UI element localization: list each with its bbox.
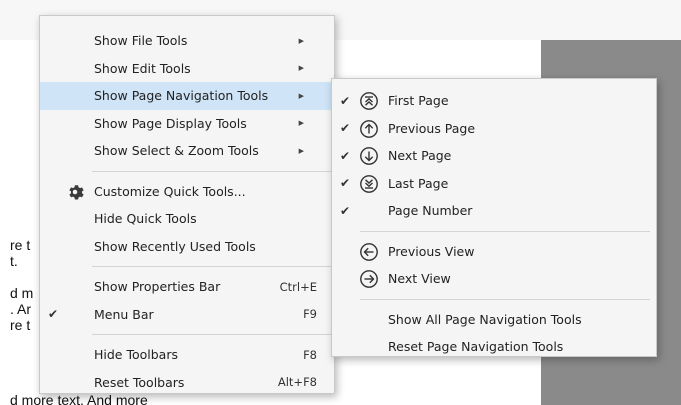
submenu-arrow-icon: ▶ bbox=[298, 91, 304, 100]
checkmark-icon: ✔ bbox=[340, 176, 351, 191]
menu-item-label: Hide Toolbars bbox=[94, 347, 178, 363]
document-text-line: re t bbox=[10, 237, 31, 253]
menu-item-label: Reset Toolbars bbox=[94, 374, 185, 390]
menu-divider bbox=[92, 170, 334, 172]
document-text-line: . Ar bbox=[10, 301, 32, 317]
menu-item-label: Hide Quick Tools bbox=[94, 211, 197, 227]
submenu-item-previous-view[interactable]: Previous View bbox=[332, 238, 656, 266]
checkmark-icon: ✔ bbox=[48, 307, 59, 322]
submenu-item-label: Page Number bbox=[388, 203, 473, 219]
document-text-line: re t bbox=[10, 317, 31, 333]
menu-item-label: Customize Quick Tools... bbox=[94, 183, 246, 199]
menu-item-hide-quick-tools[interactable]: Hide Quick Tools bbox=[40, 205, 334, 233]
menu-item-menu-bar[interactable]: ✔ Menu Bar F9 bbox=[40, 301, 334, 329]
submenu-arrow-icon: ▶ bbox=[298, 119, 304, 128]
menu-divider bbox=[92, 266, 334, 267]
submenu-item-label: Previous Page bbox=[388, 120, 476, 136]
gear-icon bbox=[69, 184, 84, 199]
submenu-item-next-page[interactable]: ✔ Next Page bbox=[332, 142, 656, 170]
submenu-item-label: Previous View bbox=[388, 243, 475, 259]
shortcut-label: Ctrl+E bbox=[279, 279, 317, 294]
shortcut-label: F8 bbox=[303, 347, 317, 362]
menu-item-label: Show Select & Zoom Tools bbox=[94, 143, 259, 159]
submenu-item-first-page[interactable]: ✔ First Page bbox=[332, 87, 656, 115]
submenu-item-last-page[interactable]: ✔ Last Page bbox=[332, 170, 656, 198]
menu-item-show-properties-bar[interactable]: Show Properties Bar Ctrl+E bbox=[40, 273, 334, 301]
submenu-item-reset[interactable]: Reset Page Navigation Tools bbox=[332, 333, 656, 361]
menu-divider bbox=[360, 298, 650, 300]
submenu-item-show-all[interactable]: Show All Page Navigation Tools bbox=[332, 306, 656, 334]
menu-divider bbox=[92, 334, 334, 335]
menu-item-show-edit-tools[interactable]: Show Edit Tools ▶ bbox=[40, 55, 334, 83]
menu-item-customize-quick-tools[interactable]: Customize Quick Tools... bbox=[40, 178, 334, 206]
menu-item-label: Show Properties Bar bbox=[94, 279, 221, 295]
next-view-icon bbox=[360, 270, 378, 288]
previous-page-icon bbox=[360, 119, 378, 138]
last-page-icon bbox=[360, 174, 378, 193]
menu-item-label: Show Recently Used Tools bbox=[94, 238, 256, 254]
submenu-item-label: Reset Page Navigation Tools bbox=[388, 339, 564, 355]
checkmark-icon: ✔ bbox=[340, 203, 351, 218]
page-navigation-submenu: ✔ First Page ✔ Previous Page ✔ Next Page… bbox=[331, 78, 657, 357]
menu-item-label: Show Edit Tools bbox=[94, 60, 191, 76]
menu-item-label: Show File Tools bbox=[94, 33, 188, 49]
shortcut-label: Alt+F8 bbox=[277, 375, 317, 390]
submenu-arrow-icon: ▶ bbox=[298, 146, 304, 155]
next-page-icon bbox=[360, 147, 378, 165]
submenu-item-next-view[interactable]: Next View bbox=[332, 265, 656, 293]
menu-divider bbox=[360, 230, 650, 232]
checkmark-icon: ✔ bbox=[340, 148, 351, 163]
menu-item-hide-toolbars[interactable]: Hide Toolbars F8 bbox=[40, 341, 334, 369]
toolbar-context-menu: Show File Tools ▶ Show Edit Tools ▶ Show… bbox=[39, 15, 335, 394]
document-text-line: d m bbox=[10, 285, 34, 301]
submenu-item-label: Last Page bbox=[388, 175, 449, 191]
document-text-line: t. bbox=[10, 253, 18, 269]
menu-item-reset-toolbars[interactable]: Reset Toolbars Alt+F8 bbox=[40, 369, 334, 397]
menu-item-show-page-navigation-tools[interactable]: Show Page Navigation Tools ▶ bbox=[40, 82, 334, 110]
first-page-icon bbox=[360, 92, 378, 110]
menu-item-label: Show Page Navigation Tools bbox=[94, 88, 269, 104]
submenu-arrow-icon: ▶ bbox=[298, 64, 304, 73]
menu-item-show-select-zoom-tools[interactable]: Show Select & Zoom Tools ▶ bbox=[40, 137, 334, 165]
menu-item-label: Show Page Display Tools bbox=[94, 115, 247, 131]
menu-item-show-recently-used-tools[interactable]: Show Recently Used Tools bbox=[40, 233, 334, 261]
menu-item-show-file-tools[interactable]: Show File Tools ▶ bbox=[40, 27, 334, 55]
previous-view-icon bbox=[360, 242, 378, 261]
submenu-item-label: First Page bbox=[388, 93, 449, 109]
checkmark-icon: ✔ bbox=[340, 121, 351, 136]
submenu-arrow-icon: ▶ bbox=[298, 36, 304, 45]
submenu-item-label: Show All Page Navigation Tools bbox=[388, 311, 582, 327]
submenu-item-label: Next Page bbox=[388, 148, 452, 164]
shortcut-label: F9 bbox=[303, 307, 317, 322]
submenu-item-page-number[interactable]: ✔ Page Number bbox=[332, 197, 656, 225]
checkmark-icon: ✔ bbox=[340, 93, 351, 108]
submenu-item-previous-page[interactable]: ✔ Previous Page bbox=[332, 115, 656, 143]
submenu-item-label: Next View bbox=[388, 271, 451, 287]
menu-item-label: Menu Bar bbox=[94, 306, 154, 322]
menu-item-show-page-display-tools[interactable]: Show Page Display Tools ▶ bbox=[40, 110, 334, 138]
